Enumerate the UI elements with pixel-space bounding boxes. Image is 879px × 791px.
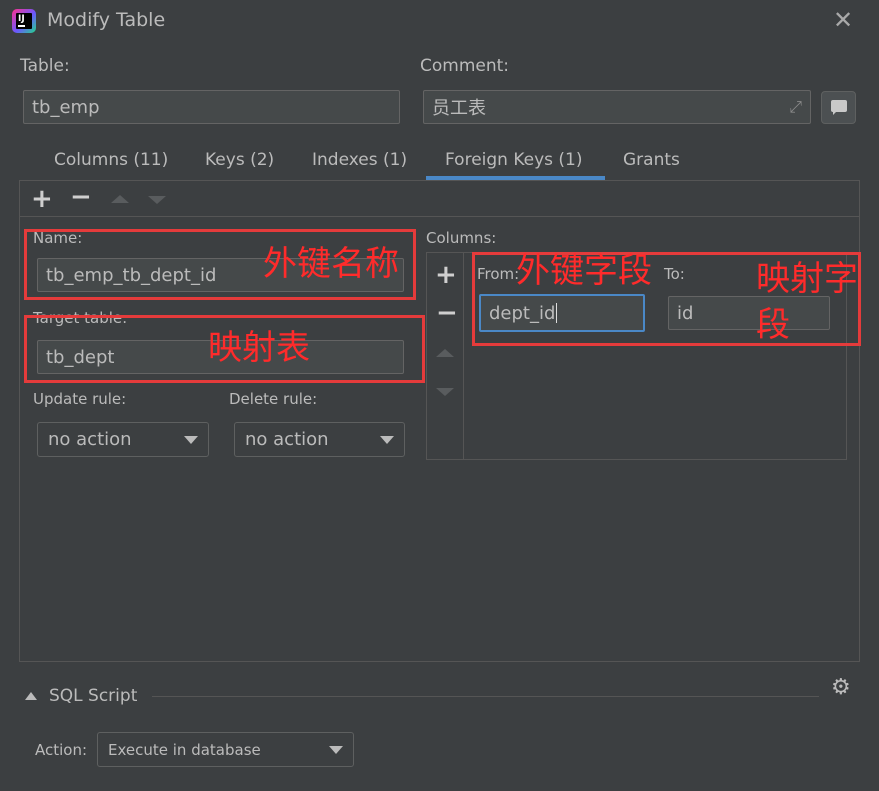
- annotation-from: 外键字段: [516, 251, 652, 291]
- window-title: Modify Table: [47, 9, 166, 31]
- action-value: Execute in database: [108, 740, 261, 759]
- app-icon: IJ: [12, 9, 36, 33]
- update-rule-select[interactable]: no action: [37, 422, 209, 457]
- add-icon[interactable]: +: [31, 186, 53, 212]
- expand-icon[interactable]: ⤢: [789, 97, 802, 117]
- annotation-name: 外键名称: [263, 244, 399, 284]
- tab-grants[interactable]: Grants: [623, 148, 680, 178]
- table-label: Table:: [20, 56, 70, 76]
- chevron-down-icon: [184, 435, 198, 444]
- action-label: Action:: [35, 741, 88, 759]
- tab-foreign-keys[interactable]: Foreign Keys (1): [445, 148, 583, 178]
- move-down-icon: [148, 196, 166, 204]
- update-rule-label: Update rule:: [33, 390, 127, 408]
- columns-toolbar-divider: [463, 253, 464, 459]
- mapping-up-icon: [436, 349, 454, 357]
- annotation-to-line2: 段: [756, 305, 790, 345]
- sql-script-divider: [152, 696, 819, 697]
- chevron-down-icon: [380, 435, 394, 444]
- comment-value: 员工表: [432, 98, 486, 119]
- tab-columns[interactable]: Columns (11): [54, 148, 168, 178]
- remove-icon[interactable]: −: [70, 184, 92, 210]
- close-icon[interactable]: ✕: [833, 8, 853, 32]
- comment-input[interactable]: 员工表 ⤢: [423, 90, 811, 124]
- annotation-to-line1: 映射字: [756, 259, 858, 299]
- move-up-icon: [111, 195, 129, 203]
- table-name-input[interactable]: tb_emp: [23, 90, 400, 124]
- annotation-target: 映射表: [208, 328, 310, 368]
- gear-icon[interactable]: ⚙: [831, 677, 851, 699]
- panel-toolbar-divider: [20, 216, 859, 217]
- delete-rule-select[interactable]: no action: [234, 422, 405, 457]
- remove-mapping-icon[interactable]: −: [436, 300, 458, 326]
- chevron-down-icon: [329, 745, 343, 754]
- comment-label: Comment:: [420, 56, 510, 76]
- table-name-value: tb_emp: [32, 96, 100, 118]
- sql-script-collapse-icon[interactable]: [25, 692, 37, 700]
- comment-editor-button[interactable]: [821, 91, 856, 124]
- update-rule-value: no action: [48, 429, 132, 450]
- mapping-down-icon: [436, 388, 454, 396]
- add-mapping-icon[interactable]: +: [435, 262, 457, 288]
- sql-script-label[interactable]: SQL Script: [49, 686, 137, 706]
- delete-rule-value: no action: [245, 429, 329, 450]
- delete-rule-label: Delete rule:: [229, 390, 318, 408]
- action-select[interactable]: Execute in database: [97, 732, 354, 767]
- tab-indexes[interactable]: Indexes (1): [312, 148, 407, 178]
- tab-keys[interactable]: Keys (2): [205, 148, 274, 178]
- columns-label: Columns:: [426, 229, 497, 247]
